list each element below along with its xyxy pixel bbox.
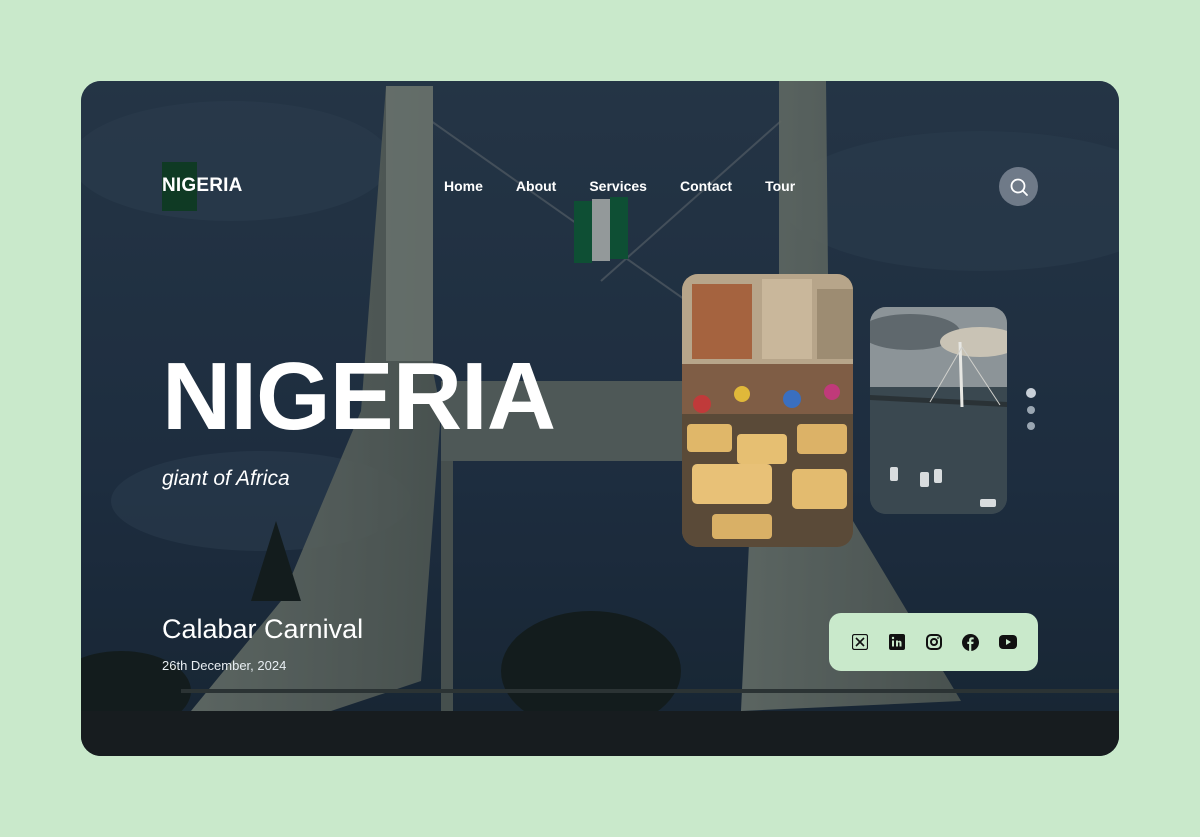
hero-subtitle: giant of Africa [162,467,290,490]
nav-tour[interactable]: Tour [765,178,795,194]
brand-logo[interactable]: NIGERIA [162,175,243,197]
slide-dot-3[interactable] [1027,422,1035,430]
lekki-bridge-image [870,307,1007,514]
linkedin-icon[interactable] [888,633,906,651]
instagram-icon[interactable] [925,633,943,651]
facebook-icon[interactable] [962,633,980,651]
x-icon[interactable] [851,633,869,651]
slide-pagination [1026,388,1036,430]
nav-home[interactable]: Home [444,178,483,194]
nav-services[interactable]: Services [589,178,647,194]
social-links [829,613,1038,671]
gallery-card-bridge[interactable] [870,307,1007,514]
gallery-card-market[interactable] [682,274,853,547]
search-button[interactable] [999,167,1038,206]
hero-title: NIGERIA [162,343,556,450]
youtube-icon[interactable] [998,633,1017,651]
search-icon [1010,178,1028,196]
main-nav: Home About Services Contact Tour [444,178,795,194]
slide-dot-2[interactable] [1027,406,1035,414]
hero-section: NIGERIA Home About Services Contact Tour… [81,81,1119,756]
event-date: 26th December, 2024 [162,658,287,673]
nav-about[interactable]: About [516,178,556,194]
lagos-market-image [682,274,853,547]
nav-contact[interactable]: Contact [680,178,732,194]
slide-dot-1[interactable] [1026,388,1036,398]
event-title: Calabar Carnival [162,614,364,644]
